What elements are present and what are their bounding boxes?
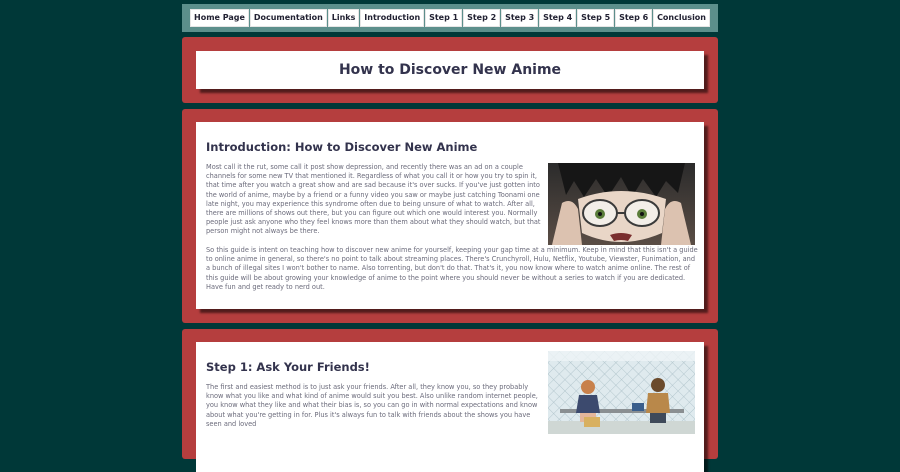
anime-character-image: [548, 163, 695, 245]
intro-panel: Introduction: How to Discover New Anime: [182, 109, 718, 323]
header-card: How to Discover New Anime: [196, 51, 704, 89]
step1-paragraph-1: The first and easiest method is to just …: [206, 383, 538, 428]
nav-step-3[interactable]: Step 3: [501, 9, 539, 27]
nav-conclusion[interactable]: Conclusion: [653, 9, 710, 27]
intro-title: Introduction: How to Discover New Anime: [206, 140, 478, 154]
nav-step-6[interactable]: Step 6: [615, 9, 653, 27]
top-nav: Home Page Documentation Links Introducti…: [182, 4, 718, 32]
nav-step-1[interactable]: Step 1: [425, 9, 463, 27]
nav-step-5[interactable]: Step 5: [577, 9, 615, 27]
friends-image: [548, 351, 695, 434]
step1-title: Step 1: Ask Your Friends!: [206, 360, 370, 374]
step1-card: Step 1: Ask Your Friends! The first and …: [196, 342, 704, 472]
step1-panel: Step 1: Ask Your Friends! The first and …: [182, 329, 718, 472]
page-title: How to Discover New Anime: [338, 62, 562, 78]
intro-paragraph-1: Most call it the rut, some call it post …: [206, 163, 541, 236]
nav-home-page[interactable]: Home Page: [190, 9, 249, 27]
nav-documentation[interactable]: Documentation: [249, 9, 327, 27]
header-panel: How to Discover New Anime: [182, 37, 718, 103]
nav-step-2[interactable]: Step 2: [463, 9, 501, 27]
nav-introduction[interactable]: Introduction: [360, 9, 425, 27]
nav-step-4[interactable]: Step 4: [539, 9, 577, 27]
intro-card: Introduction: How to Discover New Anime: [196, 122, 704, 309]
intro-paragraph-2: So this guide is intent on teaching how …: [206, 246, 698, 291]
nav-links[interactable]: Links: [327, 9, 360, 27]
